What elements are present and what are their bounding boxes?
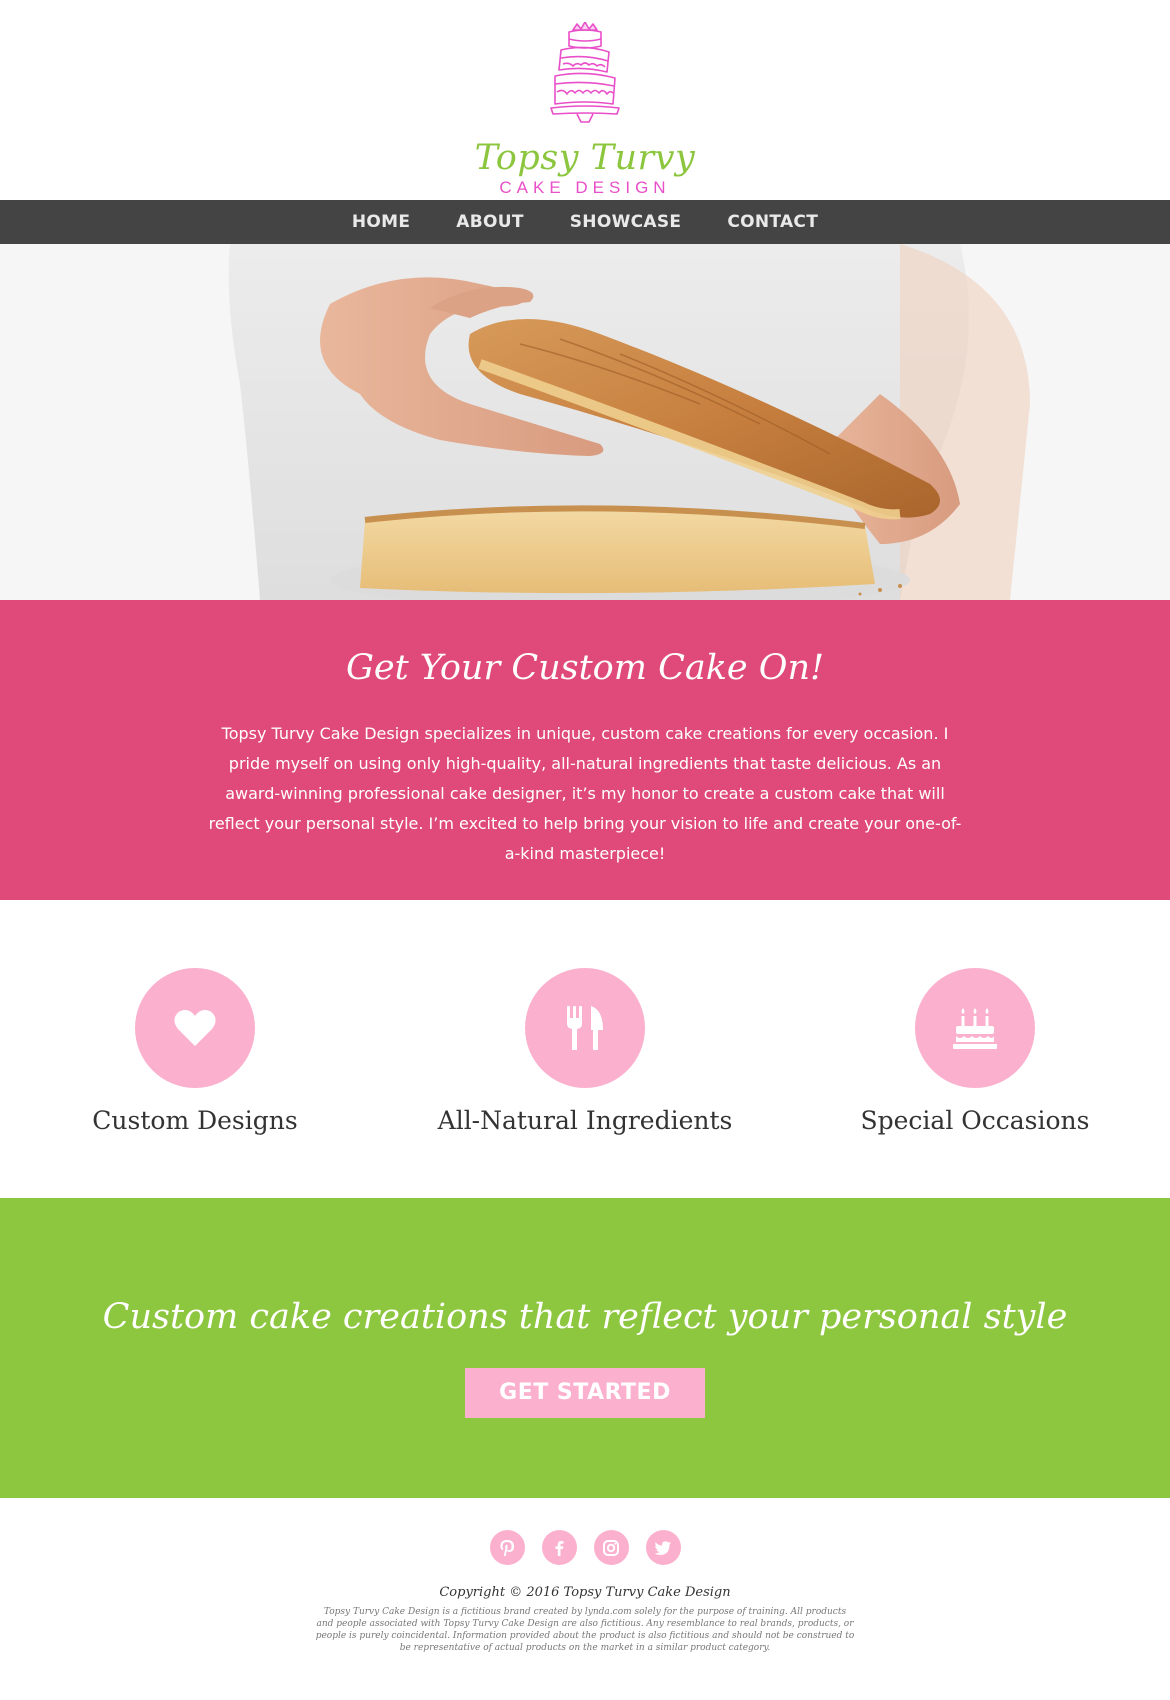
cta-section: Custom cake creations that reflect your … bbox=[0, 1198, 1170, 1498]
site-header: Topsy Turvy CAKE DESIGN bbox=[0, 0, 1170, 200]
features-section: Custom Designs All-Natural Ingredients S… bbox=[0, 900, 1170, 1198]
heart-icon bbox=[174, 1010, 216, 1046]
feature-label: All-Natural Ingredients bbox=[437, 1106, 733, 1135]
social-links bbox=[0, 1530, 1170, 1565]
tiered-cake-icon bbox=[550, 22, 620, 123]
cta-heading: Custom cake creations that reflect your … bbox=[102, 1297, 1068, 1337]
feature-custom-designs: Custom Designs bbox=[35, 968, 355, 1135]
birthday-cake-icon bbox=[953, 1008, 997, 1049]
copyright-text: Copyright © 2016 Topsy Turvy Cake Design bbox=[439, 1585, 731, 1600]
fork-knife-icon bbox=[567, 1006, 603, 1050]
nav-about[interactable]: ABOUT bbox=[456, 212, 523, 232]
intro-section: Get Your Custom Cake On! Topsy Turvy Cak… bbox=[0, 600, 1170, 900]
feature-label: Special Occasions bbox=[860, 1106, 1090, 1135]
nav-showcase[interactable]: SHOWCASE bbox=[570, 212, 682, 232]
feature-special-occasions: Special Occasions bbox=[815, 968, 1135, 1135]
brand-name: Topsy Turvy bbox=[474, 138, 696, 178]
hero-image bbox=[0, 244, 1170, 600]
twitter-icon[interactable] bbox=[645, 1530, 681, 1565]
brand-subtitle: CAKE DESIGN bbox=[499, 178, 671, 197]
facebook-icon[interactable] bbox=[541, 1530, 577, 1565]
site-footer: Copyright © 2016 Topsy Turvy Cake Design… bbox=[0, 1498, 1170, 1700]
disclaimer-text: Topsy Turvy Cake Design is a fictitious … bbox=[315, 1607, 855, 1653]
main-nav: HOME ABOUT SHOWCASE CONTACT bbox=[0, 200, 1170, 244]
hero-illustration bbox=[0, 244, 1170, 600]
nav-home[interactable]: HOME bbox=[352, 212, 410, 232]
feature-icon-circle bbox=[135, 968, 255, 1088]
feature-all-natural: All-Natural Ingredients bbox=[425, 968, 745, 1135]
instagram-icon[interactable] bbox=[593, 1530, 629, 1565]
nav-contact[interactable]: CONTACT bbox=[727, 212, 818, 232]
feature-icon-circle bbox=[525, 968, 645, 1088]
intro-text: Topsy Turvy Cake Design specializes in u… bbox=[208, 724, 962, 863]
feature-label: Custom Designs bbox=[92, 1106, 298, 1135]
get-started-button[interactable]: GET STARTED bbox=[465, 1368, 705, 1418]
intro-heading: Get Your Custom Cake On! bbox=[345, 648, 825, 688]
pinterest-icon[interactable] bbox=[489, 1530, 525, 1565]
site-logo[interactable]: Topsy Turvy CAKE DESIGN bbox=[0, 22, 1170, 198]
feature-icon-circle bbox=[915, 968, 1035, 1088]
